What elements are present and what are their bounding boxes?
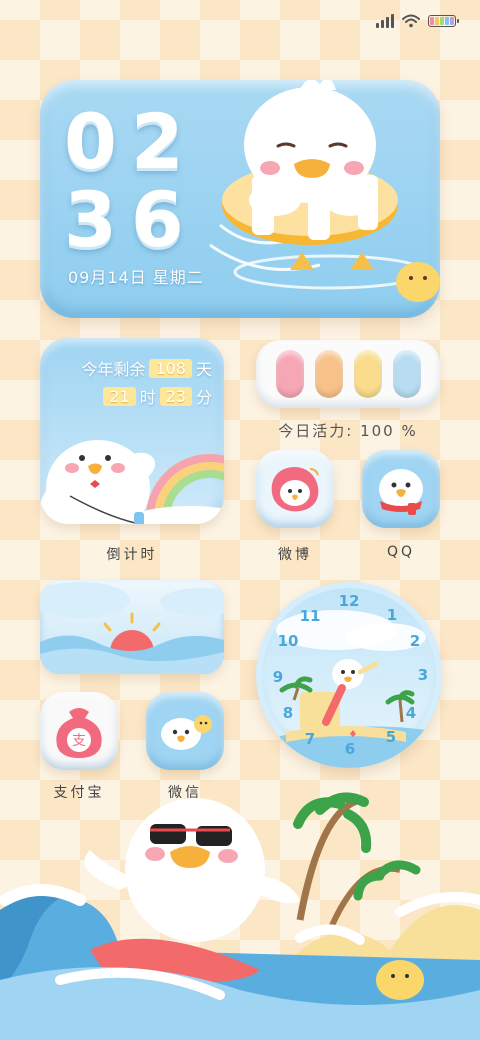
wechat-icon <box>161 715 212 750</box>
clock-number-5: 5 <box>385 728 397 746</box>
qq-label: QQ <box>386 544 416 560</box>
clock-number-8: 8 <box>282 704 294 722</box>
countdown-label: 倒计时 <box>106 547 158 563</box>
duck-rainbow-illustration <box>40 440 224 524</box>
sunset-widget[interactable] <box>40 580 224 674</box>
sunset-illustration <box>40 582 224 674</box>
clock-number-7: 7 <box>304 730 316 748</box>
clock-number-12: 12 <box>338 592 360 610</box>
clock-number-4: 4 <box>405 704 417 722</box>
qq-icon <box>379 469 423 515</box>
countdown-prefix: 今年剩余 <box>81 360 146 379</box>
clock-widget[interactable]: 02 36 09月14日 星期二 <box>40 80 440 318</box>
vitality-label: 今日活力: 100 % <box>278 422 418 440</box>
clock-number-10: 10 <box>277 632 299 650</box>
cellular-signal-icon <box>376 14 394 28</box>
countdown-days-unit: 天 <box>195 360 212 379</box>
alipay-icon: 支 <box>56 708 102 758</box>
status-bar <box>366 12 459 30</box>
duck-swim-ring-illustration <box>209 80 440 302</box>
countdown-days-row: 今年剩余 108 天 <box>81 356 212 380</box>
clock-number-2: 2 <box>409 632 421 650</box>
countdown-time-row: 21 时 23 分 <box>103 384 212 408</box>
countdown-hours: 21 <box>103 386 136 406</box>
clock-number-11: 11 <box>299 607 321 625</box>
clock-number-9: 9 <box>272 668 284 686</box>
countdown-hours-unit: 时 <box>139 388 156 407</box>
countdown-minutes: 23 <box>159 386 192 406</box>
vitality-pill-4 <box>392 350 421 398</box>
wifi-icon <box>402 14 420 28</box>
clock-number-3: 3 <box>417 666 429 684</box>
weibo-icon <box>271 467 319 512</box>
clock-number-1: 1 <box>386 606 398 624</box>
weibo-label: 微博 <box>278 547 312 563</box>
vitality-pill-3 <box>353 350 382 398</box>
surfing-duck-illustration <box>0 792 480 1040</box>
countdown-minutes-unit: 分 <box>195 388 212 407</box>
clock-hour: 02 <box>64 97 198 186</box>
battery-icon <box>428 15 459 27</box>
clock-number-6: 6 <box>344 740 356 758</box>
countdown-widget[interactable]: 今年剩余 108 天 21 时 23 分 <box>40 338 224 524</box>
clock-date: 09月14日 星期二 <box>68 268 204 287</box>
qq-app-icon[interactable] <box>362 450 440 528</box>
alipay-app-icon[interactable]: 支 <box>40 692 118 770</box>
countdown-days: 108 <box>149 358 192 378</box>
vitality-pill-2 <box>314 350 343 398</box>
weibo-app-icon[interactable] <box>256 450 334 528</box>
alipay-glyph: 支 <box>72 733 86 749</box>
analog-clock-widget[interactable]: 12 1 2 3 4 5 6 7 8 9 10 11 <box>256 582 442 768</box>
clock-minute: 36 <box>64 175 198 264</box>
wechat-app-icon[interactable] <box>146 692 224 770</box>
vitality-widget[interactable] <box>256 340 440 408</box>
vitality-pill-1 <box>275 350 304 398</box>
